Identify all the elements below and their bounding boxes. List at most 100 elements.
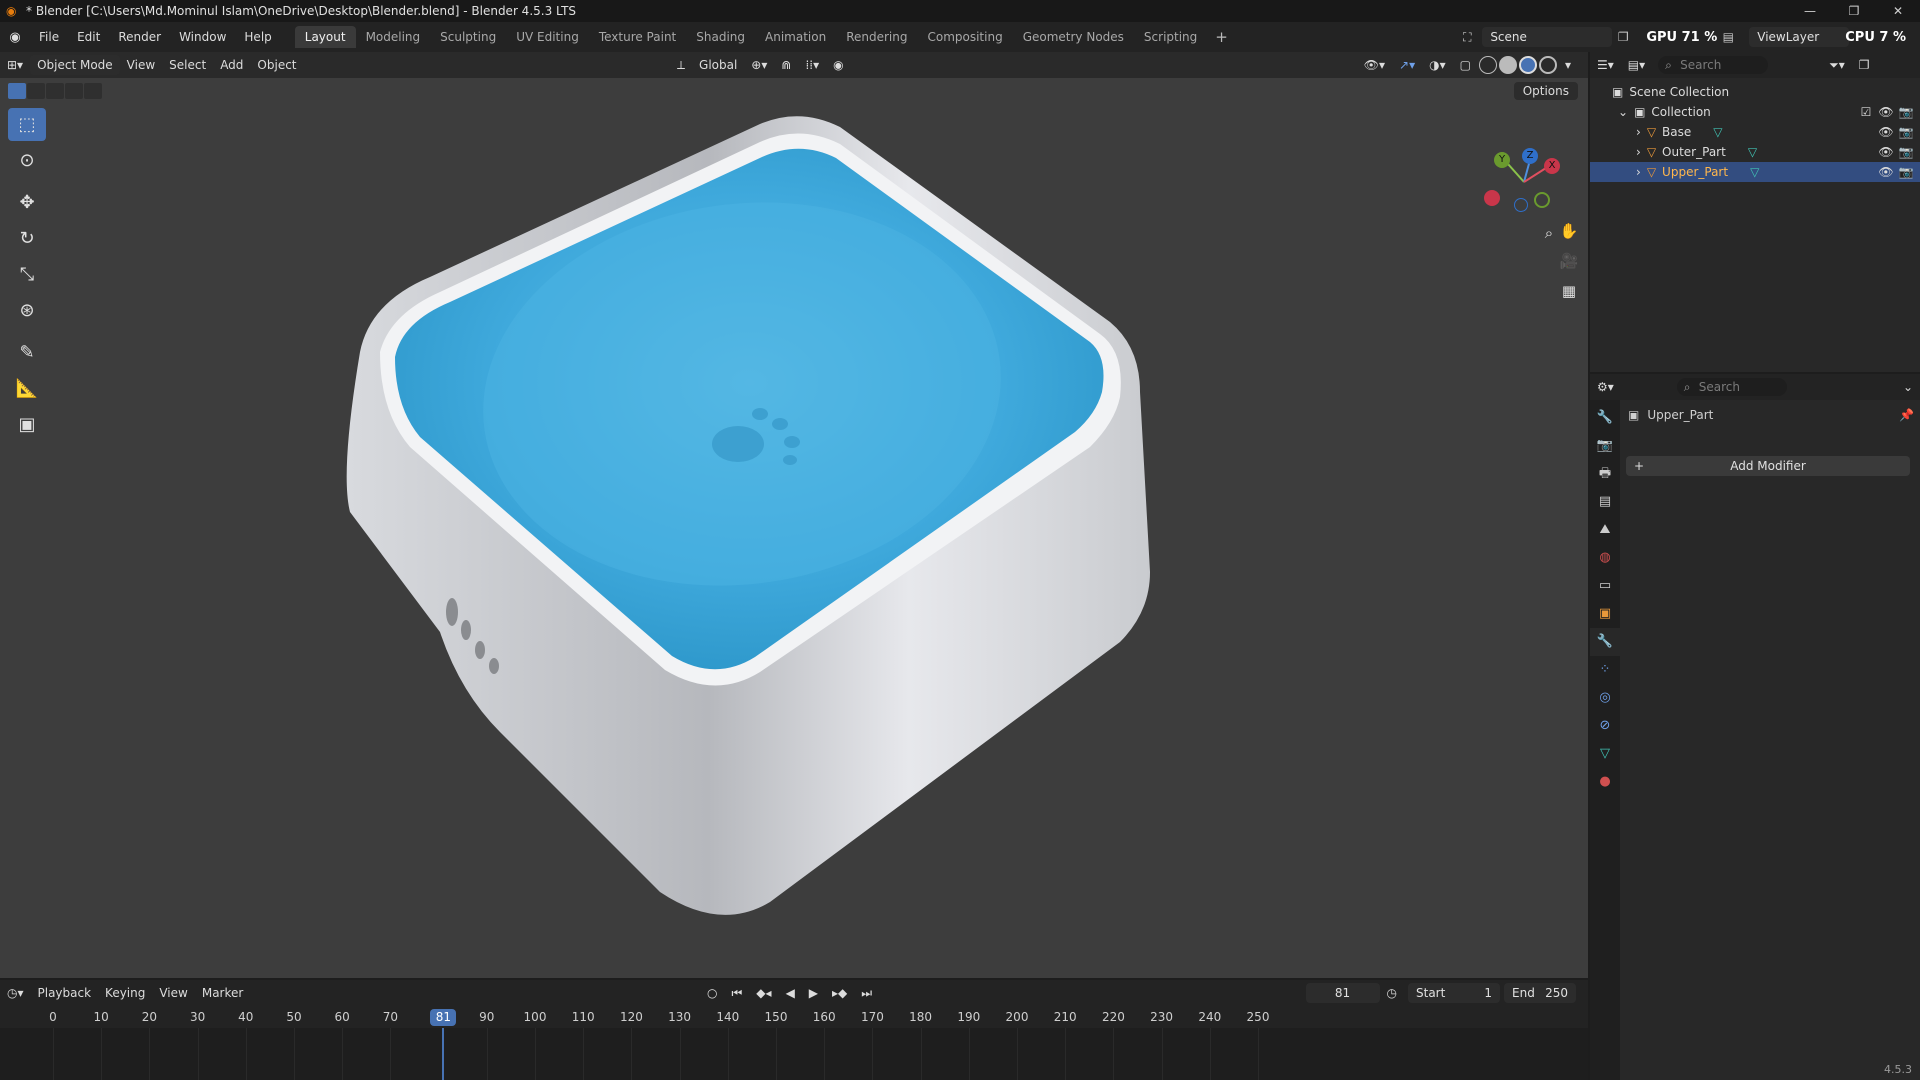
tab-sculpting[interactable]: Sculpting [430,26,506,48]
render-camera-icon[interactable]: 📷 [1896,102,1916,122]
jump-keyframe-back-icon[interactable]: ◆◂ [749,983,778,1003]
tab-shading[interactable]: Shading [686,26,755,48]
select-subtract-icon[interactable] [46,83,64,99]
camera-view-icon[interactable]: 🎥 [1554,246,1584,276]
view-layer-tab-icon[interactable]: ▤ [1590,488,1620,516]
viewlayer-field[interactable]: ViewLayer [1749,27,1850,47]
scene-tab-icon[interactable]: ⛰ [1590,516,1620,544]
playhead-frame-indicator[interactable]: 81 [430,1009,457,1026]
tab-modeling[interactable]: Modeling [356,26,431,48]
scene-collection-row[interactable]: ▣ Scene Collection [1590,82,1920,102]
rendered-shading-icon[interactable] [1538,56,1557,74]
bowl-model[interactable] [0,52,1588,978]
menu-select[interactable]: Select [162,55,213,75]
play-reverse-icon[interactable]: ◀ [779,983,802,1003]
gizmo-y-axis[interactable]: Y [1494,152,1510,168]
render-tab-icon[interactable]: 📷 [1590,432,1620,460]
tab-animation[interactable]: Animation [755,26,836,48]
solid-shading-icon[interactable] [1498,56,1517,74]
outliner-item-upper-part[interactable]: › ▽ Upper_Part ▽ 👁 📷 [1590,162,1920,182]
expand-arrow-icon[interactable]: › [1636,142,1641,162]
mesh-data-icon[interactable]: ▽ [1750,162,1759,182]
menu-timeline-view[interactable]: View [152,983,194,1003]
collection-row[interactable]: ⌄ ▣ Collection ☑ 👁 📷 [1590,102,1920,122]
end-frame-field[interactable]: End 250 [1504,983,1576,1003]
visibility-eye-icon[interactable]: 👁 [1876,142,1896,162]
select-box-tool-icon[interactable]: ⬚ [8,108,46,141]
tab-layout[interactable]: Layout [294,26,356,48]
visibility-eye-icon[interactable]: 👁 [1876,162,1896,182]
menu-playback[interactable]: Playback [31,983,99,1003]
proportional-edit-icon[interactable]: ◉ [826,55,850,75]
menu-render[interactable]: Render [109,30,170,44]
pan-hand-icon[interactable]: ✋ [1554,216,1584,246]
tab-uv-editing[interactable]: UV Editing [506,26,589,48]
wireframe-shading-icon[interactable] [1478,56,1497,74]
gizmo-x-axis[interactable]: X [1544,158,1560,174]
start-frame-field[interactable]: Start 1 [1408,983,1500,1003]
menu-window[interactable]: Window [170,30,235,44]
render-camera-icon[interactable]: 📷 [1896,122,1916,142]
playhead-line[interactable] [442,1028,445,1080]
close-icon[interactable]: ✕ [1876,0,1920,22]
properties-editor-type-icon[interactable]: ⚙▾ [1590,377,1621,397]
xray-icon[interactable]: ▢ [1453,55,1478,75]
jump-end-icon[interactable]: ⏭ [854,983,879,1003]
collection-tab-icon[interactable]: ▭ [1590,572,1620,600]
move-tool-icon[interactable]: ✥ [8,186,46,219]
modifier-tab-icon[interactable]: 🔧 [1590,628,1620,656]
material-shading-icon[interactable] [1518,56,1537,74]
orientation-dropdown[interactable]: Global [692,55,744,75]
jump-keyframe-forward-icon[interactable]: ▸◆ [825,983,854,1003]
menu-add[interactable]: Add [213,55,250,75]
minimize-icon[interactable]: — [1788,0,1832,22]
pin-icon[interactable]: 📌 [1899,408,1914,422]
properties-options-icon[interactable]: ⌄ [1896,377,1920,397]
add-workspace-icon[interactable]: + [1207,26,1236,48]
visibility-eye-icon[interactable]: 👁 [1876,122,1896,142]
preview-range-icon[interactable]: ◷ [1380,983,1404,1003]
mesh-data-icon[interactable]: ▽ [1713,122,1722,142]
select-new-icon[interactable] [8,83,26,99]
properties-search-input[interactable]: Search [1676,378,1787,396]
gizmo-neg-y[interactable] [1534,192,1550,208]
expand-arrow-icon[interactable]: ⌄ [1618,102,1628,122]
visibility-icon[interactable]: 👁▾ [1357,55,1392,75]
timeline-editor-type-icon[interactable]: ◷▾ [0,983,31,1003]
menu-marker[interactable]: Marker [195,983,250,1003]
gizmo-neg-x[interactable] [1484,190,1500,206]
blender-logo-icon[interactable]: ◉ [0,30,30,45]
expand-arrow-icon[interactable]: › [1636,122,1641,142]
snap-target-icon[interactable]: ⁞⁞▾ [798,55,826,75]
scale-tool-icon[interactable]: ⤡ [8,258,46,291]
expand-arrow-icon[interactable]: › [1636,162,1641,182]
mesh-data-icon[interactable]: ▽ [1748,142,1757,162]
display-mode-icon[interactable]: ▤▾ [1621,55,1652,75]
constraints-tab-icon[interactable]: ⊘ [1590,712,1620,740]
physics-tab-icon[interactable]: ◎ [1590,684,1620,712]
editor-type-icon[interactable]: ⊞▾ [0,55,30,75]
shading-options-icon[interactable]: ▾ [1558,55,1578,75]
gizmo-neg-z[interactable] [1514,198,1528,212]
annotate-tool-icon[interactable]: ✎ [8,336,46,369]
options-dropdown[interactable]: Options [1513,82,1578,100]
render-camera-icon[interactable]: 📷 [1896,162,1916,182]
add-cube-tool-icon[interactable]: ▣ [8,408,46,441]
outliner-editor-type-icon[interactable]: ☰▾ [1590,55,1621,75]
tab-compositing[interactable]: Compositing [917,26,1012,48]
transform-tool-icon[interactable]: ⊛ [8,294,46,327]
filter-icon[interactable]: ⏷▾ [1822,55,1852,75]
visibility-eye-icon[interactable]: 👁 [1876,102,1896,122]
timeline-ruler[interactable]: 0 10 20 30 40 50 60 70 90 100 110 120 130 140 150 160 17… [0,1006,1588,1028]
pivot-icon[interactable]: ⊕▾ [744,55,774,75]
overlay-toggle-icon[interactable]: ◑▾ [1422,55,1453,75]
material-tab-icon[interactable]: ● [1590,768,1620,796]
snap-icon[interactable]: ⋒ [774,55,798,75]
timeline-track[interactable] [0,1028,1588,1080]
viewlayer-icon[interactable]: ▤ [1717,27,1739,47]
new-collection-icon[interactable]: ❐ [1852,55,1877,75]
current-frame-field[interactable]: 81 [1305,983,1380,1003]
orientation-icon[interactable]: ⟂ [670,55,692,75]
new-scene-icon[interactable]: ❐ [1612,27,1634,47]
tool-tab-icon[interactable]: 🔧 [1590,404,1620,432]
